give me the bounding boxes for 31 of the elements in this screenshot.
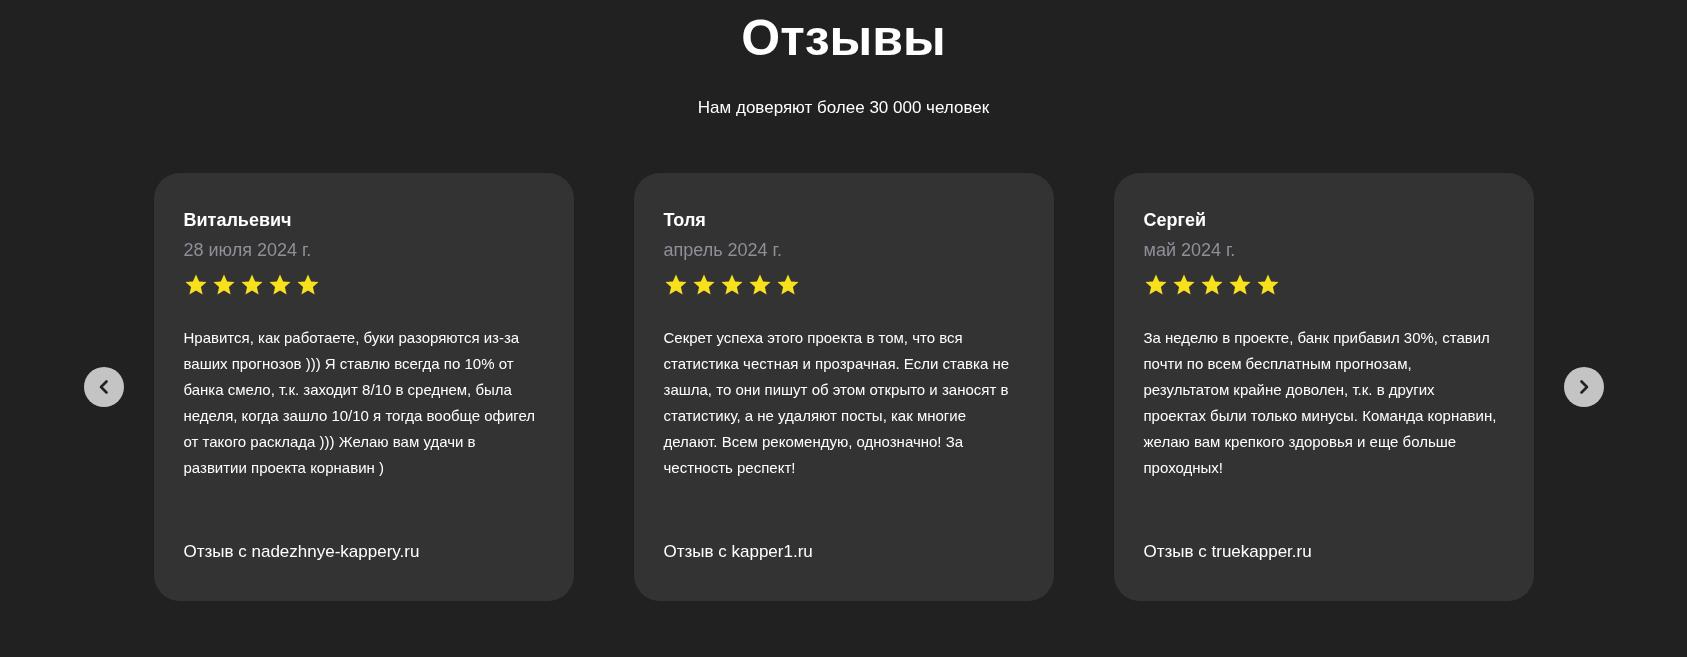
section-title: Отзывы [741, 9, 946, 68]
star-icon [239, 273, 264, 297]
review-text: За неделю в проекте, банк прибавил 30%, ставил почти по всем бесплатным прогнозам, результатом крайне доволен, т.к. в других проектах были только минусы. Команда корнавин, желаю вам крепкого здоровья и еще больше проходных! [1143, 328, 1498, 478]
star-icon [775, 273, 800, 297]
reviewer-name: Витальевич [183, 209, 293, 231]
star-icon [183, 273, 208, 297]
star-icon [1199, 273, 1224, 297]
reviewer-name: Толя [663, 209, 707, 231]
star-icon [747, 273, 772, 297]
star-icon [1171, 273, 1196, 297]
star-icon [691, 273, 716, 297]
star-icon [1143, 273, 1168, 297]
review-text: Нравится, как работаете, буки разоряются из-за ваших прогнозов ))) Я ставлю всегда по 10% от банка смело, т.к. заходит 8/10 в среднем, была неделя, когда зашло 10/10 я тогда вообще офигел от такого расклада ))) Желаю вам удачи в развитии проекта корнавин ) [183, 328, 537, 478]
next-button[interactable] [1563, 367, 1604, 407]
review-source: Отзыв с nadezhnye-kappery.ru [183, 541, 421, 563]
review-source: Отзыв с kapper1.ru [663, 541, 814, 563]
review-date: апрель 2024 г. [663, 239, 783, 261]
star-icon [267, 273, 292, 297]
previous-button[interactable] [83, 367, 124, 407]
review-source: Отзыв с truekapper.ru [1143, 541, 1313, 563]
star-icon [295, 273, 320, 297]
review-date: 28 июля 2024 г. [183, 239, 313, 261]
section-subtitle: Нам доверяют более 30 000 человек [697, 98, 990, 118]
review-date: май 2024 г. [1143, 239, 1237, 261]
star-icon [211, 273, 236, 297]
star-icon [663, 273, 688, 297]
review-text: Секрет успеха этого проекта в том, что вся статистика честная и прозрачная. Если ставка не зашла, то они пишут об этом открыто и заносят в статистику, а не удаляют посты, как многие делают. Всем рекомендую, однозначно! За честность респект! [663, 328, 1011, 478]
star-icon [719, 273, 744, 297]
reviewer-name: Сергей [1143, 209, 1208, 231]
star-icon [1227, 273, 1252, 297]
star-icon [1255, 273, 1280, 297]
